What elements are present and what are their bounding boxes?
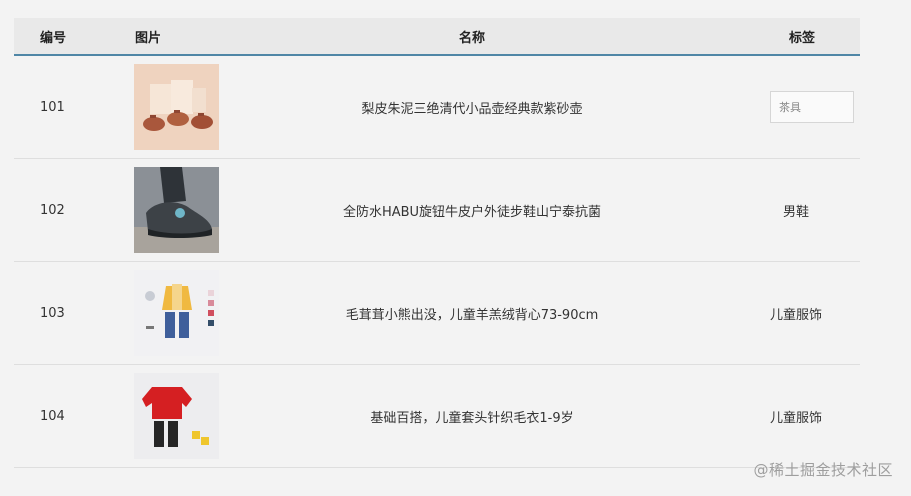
table-row: 104 基础百搭，儿童套头针织毛衣1-9岁 儿童服饰: [14, 365, 860, 468]
column-header-id: 编号: [40, 30, 67, 46]
row-id: 101: [40, 99, 65, 115]
watermark: @稀土掘金技术社区: [753, 461, 893, 479]
row-id: 103: [40, 305, 65, 321]
row-image-cell: [92, 373, 219, 459]
row-name: 基础百搭，儿童套头针织毛衣1-9岁: [370, 410, 574, 426]
row-image-cell: [92, 167, 219, 253]
red-sweater-image: [134, 373, 219, 459]
row-tag: 儿童服饰: [769, 307, 822, 323]
row-image-cell: [92, 64, 219, 150]
column-header-tag: 标签: [788, 30, 815, 46]
row-name: 梨皮朱泥三绝清代小品壶经典款紫砂壶: [361, 101, 583, 117]
page: 编号 图片 名称 标签 101 梨皮朱泥三绝清代小品壶经典款紫砂壶 茶具 102…: [0, 0, 911, 496]
hiking-shoe-image: [134, 167, 219, 253]
row-name: 毛茸茸小熊出没，儿童羊羔绒背心73-90cm: [345, 307, 599, 323]
row-tag: 男鞋: [782, 204, 809, 220]
table-row: 103 毛茸茸小熊出没，儿童羊羔绒背心73-90cm 儿童服饰: [14, 262, 860, 365]
product-table: 编号 图片 名称 标签 101 梨皮朱泥三绝清代小品壶经典款紫砂壶 茶具 102…: [14, 18, 860, 468]
kids-clothing-image: [134, 270, 219, 356]
column-header-name: 名称: [458, 30, 485, 46]
row-id: 104: [40, 408, 65, 424]
row-image-cell: [92, 270, 219, 356]
row-tag-cell: 茶具: [732, 91, 860, 123]
row-id: 102: [40, 202, 65, 218]
row-tag: 儿童服饰: [769, 410, 822, 426]
table-row: 102 全防水HABU旋钮牛皮户外徒步鞋山宁泰抗菌 男鞋: [14, 159, 860, 262]
table-row: 101 梨皮朱泥三绝清代小品壶经典款紫砂壶 茶具: [14, 56, 860, 159]
teapot-set-image: [134, 64, 219, 150]
table-header: 编号 图片 名称 标签: [14, 18, 860, 56]
tag-input[interactable]: 茶具: [770, 91, 854, 123]
row-name: 全防水HABU旋钮牛皮户外徒步鞋山宁泰抗菌: [342, 204, 602, 220]
column-header-image: 图片: [135, 30, 162, 46]
